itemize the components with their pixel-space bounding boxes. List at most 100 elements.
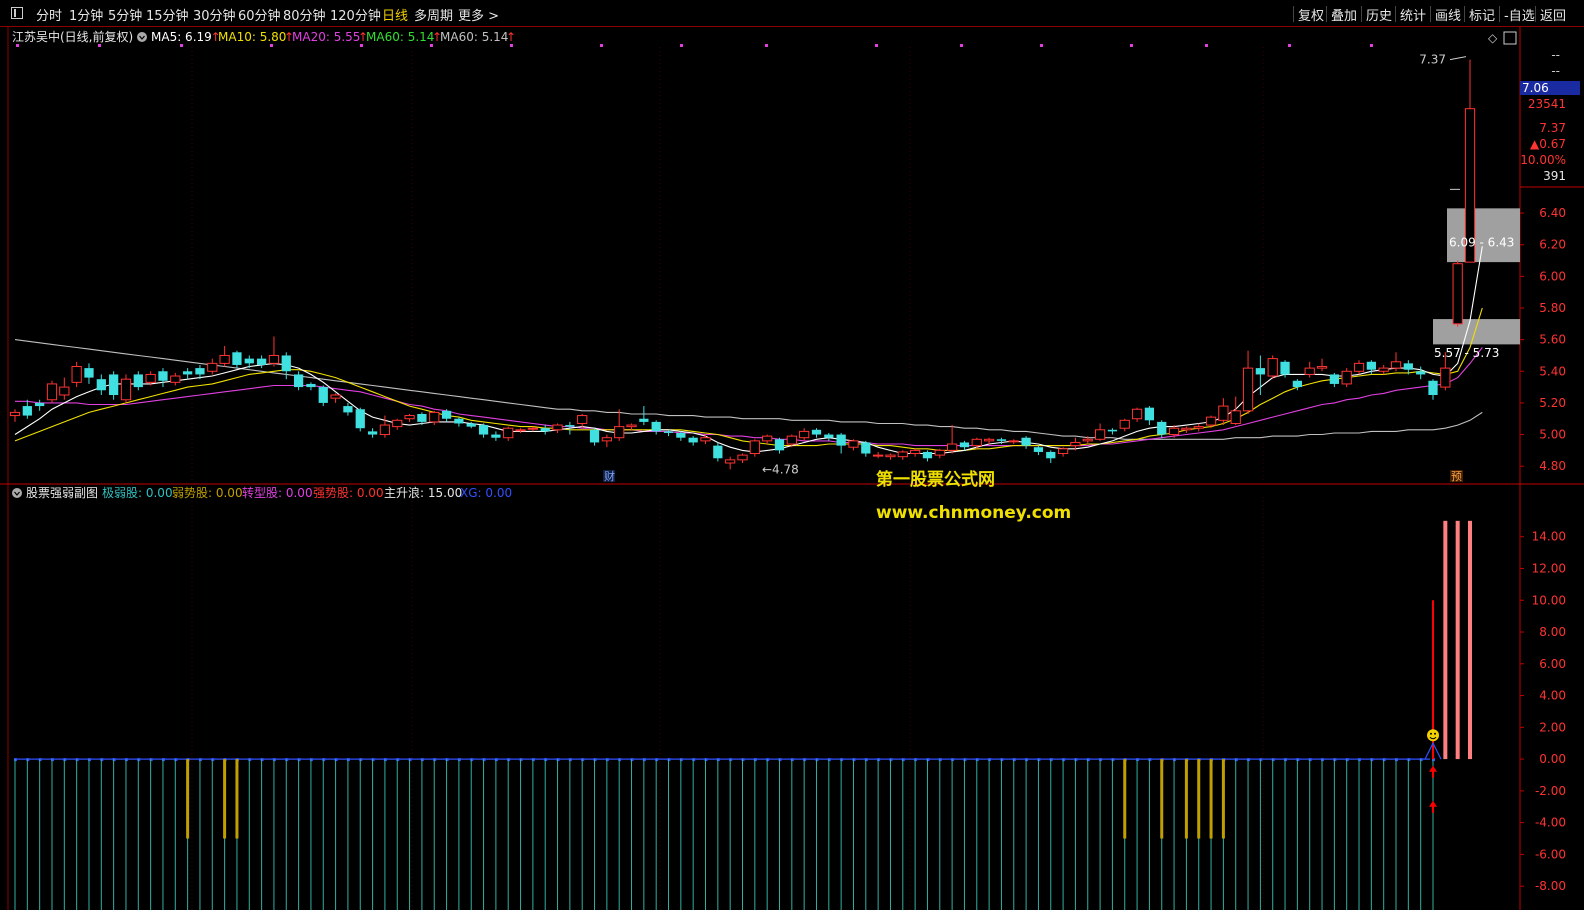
candle-body-down — [343, 406, 353, 413]
candle-body-up — [1057, 448, 1069, 455]
candle-body-down — [281, 355, 291, 372]
marker-dot — [430, 44, 433, 47]
candle-body-up — [1341, 370, 1352, 385]
yu-label: 预 — [1451, 470, 1462, 483]
period-tab-8[interactable]: 日线 — [382, 5, 408, 24]
sub-collapse-icon[interactable] — [12, 488, 22, 498]
tool-button-0[interactable]: 复权 — [1298, 5, 1324, 24]
candle-body-down — [158, 371, 168, 381]
ma-legend-0: MA5: 6.19 — [151, 30, 212, 44]
period-tab-4[interactable]: 30分钟 — [193, 5, 236, 24]
candle-body-down — [232, 352, 242, 365]
candle-body-down — [676, 432, 686, 438]
candle-body-up — [848, 440, 859, 448]
sub-legend-1: 弱势股: 0.00 — [172, 486, 243, 500]
candle-body-down — [1107, 429, 1118, 432]
period-tab-1[interactable]: 1分钟 — [69, 5, 103, 24]
ma5-line — [14, 246, 1483, 455]
quote-change: ▲0.67 — [1530, 137, 1566, 151]
candle-body-up — [1304, 367, 1315, 375]
tool-button-2[interactable]: 历史 — [1366, 5, 1392, 24]
sub-legend-0: 极弱股: 0.00 — [102, 486, 173, 500]
candle-body-up — [601, 437, 612, 442]
price-tick-label: 5.60 — [1539, 333, 1566, 347]
period-tab-9[interactable]: 多周期 — [414, 5, 453, 24]
candle-body-down — [1366, 361, 1376, 370]
candle-body-down — [318, 387, 328, 403]
candlestick-chart — [9, 59, 1520, 470]
candle-body-up — [59, 386, 70, 396]
smiley-eye — [1430, 732, 1433, 735]
marker-dot — [98, 44, 101, 47]
panel-toggle-icon[interactable] — [11, 7, 23, 19]
toolbar-separator — [1293, 6, 1294, 22]
marker-dot — [1040, 44, 1043, 47]
candle-body-down — [293, 374, 304, 388]
period-tab-2[interactable]: 5分钟 — [108, 5, 142, 24]
marker-dot — [1370, 44, 1373, 47]
toolbar-separator — [1535, 6, 1536, 22]
candle-body-down — [454, 418, 464, 424]
sub-tick-label: 12.00 — [1532, 561, 1566, 575]
candle-body-up — [1094, 429, 1106, 440]
sub-tick-label: -8.00 — [1535, 879, 1566, 893]
watermark-title: 第一股票公式网 — [876, 469, 995, 490]
price-tick-label: 6.00 — [1539, 269, 1566, 283]
up-arrow-icon — [1429, 765, 1438, 778]
candle-body-up — [725, 459, 736, 464]
price-tick-label: 6.20 — [1539, 238, 1566, 252]
candle-body-down — [244, 358, 254, 364]
candle-body-up — [614, 426, 625, 439]
sub-tick-label: 4.00 — [1539, 689, 1566, 703]
candle-body-up — [1131, 408, 1143, 420]
layout-icon[interactable] — [1503, 31, 1517, 45]
candle-body-up — [145, 373, 156, 383]
candle-body-up — [219, 354, 230, 364]
candle-body-up — [946, 443, 958, 451]
tool-button-3[interactable]: 统计 — [1400, 5, 1426, 24]
tool-button-5[interactable]: 标记 — [1469, 5, 1495, 24]
tool-button-1[interactable]: 叠加 — [1331, 5, 1357, 24]
candle-body-up — [885, 454, 896, 458]
candle-body-down — [1428, 380, 1438, 395]
candle-body-up — [1390, 361, 1402, 369]
candle-body-down — [306, 383, 316, 388]
toolbar-separator — [1361, 6, 1362, 22]
marker-dot — [680, 44, 683, 47]
candle-body-up — [1181, 427, 1192, 431]
tool-button-7[interactable]: 返回 — [1540, 5, 1566, 24]
candle-body-up — [1452, 263, 1463, 325]
weak-bar — [1160, 759, 1164, 839]
period-tab-7[interactable]: 120分钟 — [330, 5, 381, 24]
tool-button-4[interactable]: 画线 — [1435, 5, 1461, 24]
marker-dot — [600, 44, 603, 47]
zone-lower-label: 5.57 - 5.73 — [1434, 346, 1499, 360]
candle-body-up — [429, 411, 440, 423]
period-tab-0[interactable]: 分时 — [36, 5, 62, 24]
sub-tick-label: -4.00 — [1535, 816, 1566, 830]
candle-body-up — [983, 438, 995, 442]
period-tab-6[interactable]: 80分钟 — [283, 5, 326, 24]
quote-dash: -- — [1551, 64, 1560, 78]
candle-body-up — [1218, 405, 1229, 421]
candle-body-up — [1070, 441, 1081, 447]
period-tab-3[interactable]: 15分钟 — [146, 5, 189, 24]
candle-body-down — [1292, 380, 1302, 388]
candle-body-down — [367, 431, 378, 435]
candle-body-up — [1440, 367, 1451, 388]
period-tab-5[interactable]: 60分钟 — [238, 5, 281, 24]
diamond-icon[interactable]: ◇ — [1488, 31, 1498, 45]
candle-body-up — [1082, 438, 1093, 442]
candle-body-down — [824, 434, 834, 438]
candle-body-up — [577, 415, 588, 424]
tool-button-6[interactable]: -自选 — [1504, 5, 1535, 24]
candle-body-down — [540, 428, 550, 432]
candle-body-up — [9, 411, 21, 417]
candle-body-down — [1255, 368, 1266, 375]
collapse-icon[interactable] — [137, 32, 147, 42]
period-tab-10[interactable]: 更多 > — [458, 5, 499, 24]
candle-body-up — [700, 437, 711, 442]
ma-up-arrow: ↑ — [506, 30, 516, 44]
candle-body-down — [355, 409, 365, 429]
candle-body-up — [71, 366, 82, 383]
